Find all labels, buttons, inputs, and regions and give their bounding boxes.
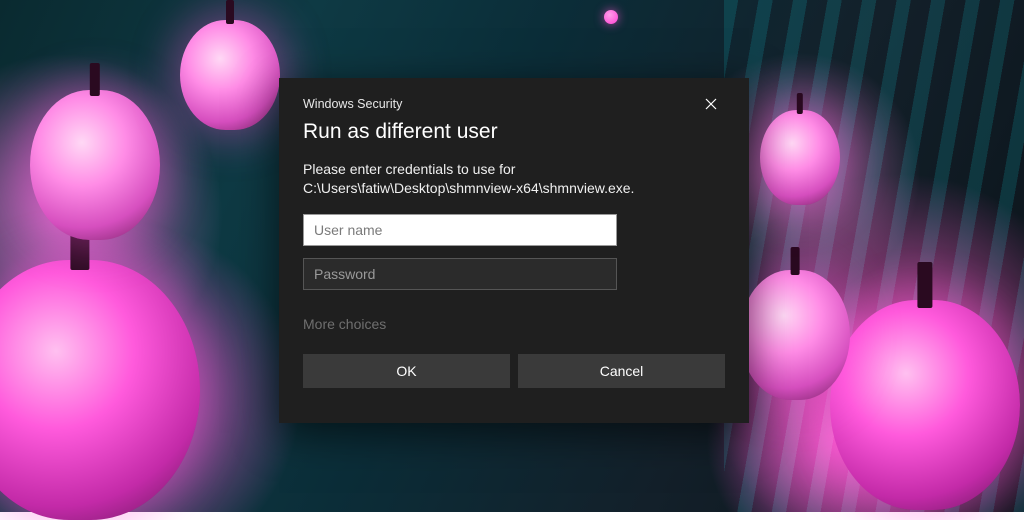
dialog-button-row: OK Cancel [303, 354, 725, 388]
wallpaper-lantern [830, 300, 1020, 510]
close-button[interactable] [697, 92, 725, 116]
wallpaper-lantern [30, 90, 160, 240]
credential-dialog: Windows Security Run as different user P… [279, 78, 749, 423]
dialog-caption: Windows Security [303, 97, 402, 111]
cancel-button[interactable]: Cancel [518, 354, 725, 388]
username-input[interactable] [303, 214, 617, 246]
dialog-title: Run as different user [303, 120, 725, 144]
wallpaper-detail [604, 10, 618, 24]
password-input[interactable] [303, 258, 617, 290]
wallpaper-lantern [0, 260, 200, 520]
wallpaper-lantern [760, 110, 840, 205]
dialog-titlebar: Windows Security [303, 94, 725, 114]
ok-button[interactable]: OK [303, 354, 510, 388]
close-icon [705, 98, 717, 110]
dialog-message: Please enter credentials to use for C:\U… [303, 160, 723, 198]
wallpaper-lantern [180, 20, 280, 130]
more-choices-link[interactable]: More choices [303, 316, 725, 332]
wallpaper-lantern [740, 270, 850, 400]
credential-fields [303, 214, 725, 290]
